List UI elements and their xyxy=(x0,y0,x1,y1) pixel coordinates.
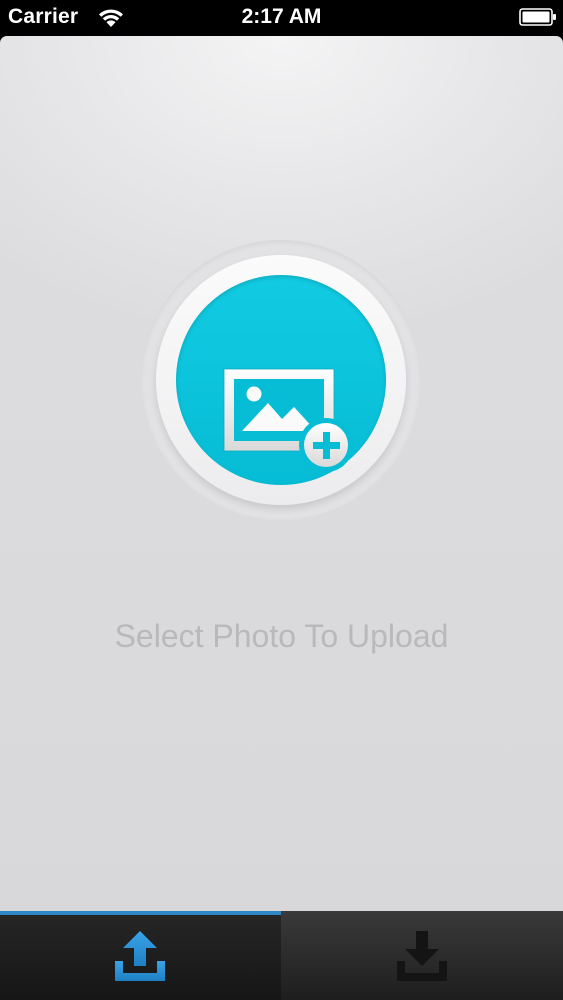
tab-selected-indicator xyxy=(0,911,281,915)
tab-bar xyxy=(0,911,563,1000)
app-screen: Carrier 2:17 AM Select Photo To Upload xyxy=(0,0,563,1000)
upload-prompt: Select Photo To Upload xyxy=(114,618,449,654)
add-photo-icon xyxy=(223,368,353,472)
select-photo-button[interactable] xyxy=(176,275,386,485)
download-icon xyxy=(397,931,447,981)
upload-icon xyxy=(115,931,165,981)
status-bar: Carrier 2:17 AM xyxy=(0,0,563,36)
status-time: 2:17 AM xyxy=(241,5,322,28)
tab-upload[interactable] xyxy=(0,911,281,1000)
battery-icon xyxy=(519,8,556,26)
main-content: Select Photo To Upload xyxy=(0,36,563,911)
tab-download[interactable] xyxy=(282,911,563,1000)
